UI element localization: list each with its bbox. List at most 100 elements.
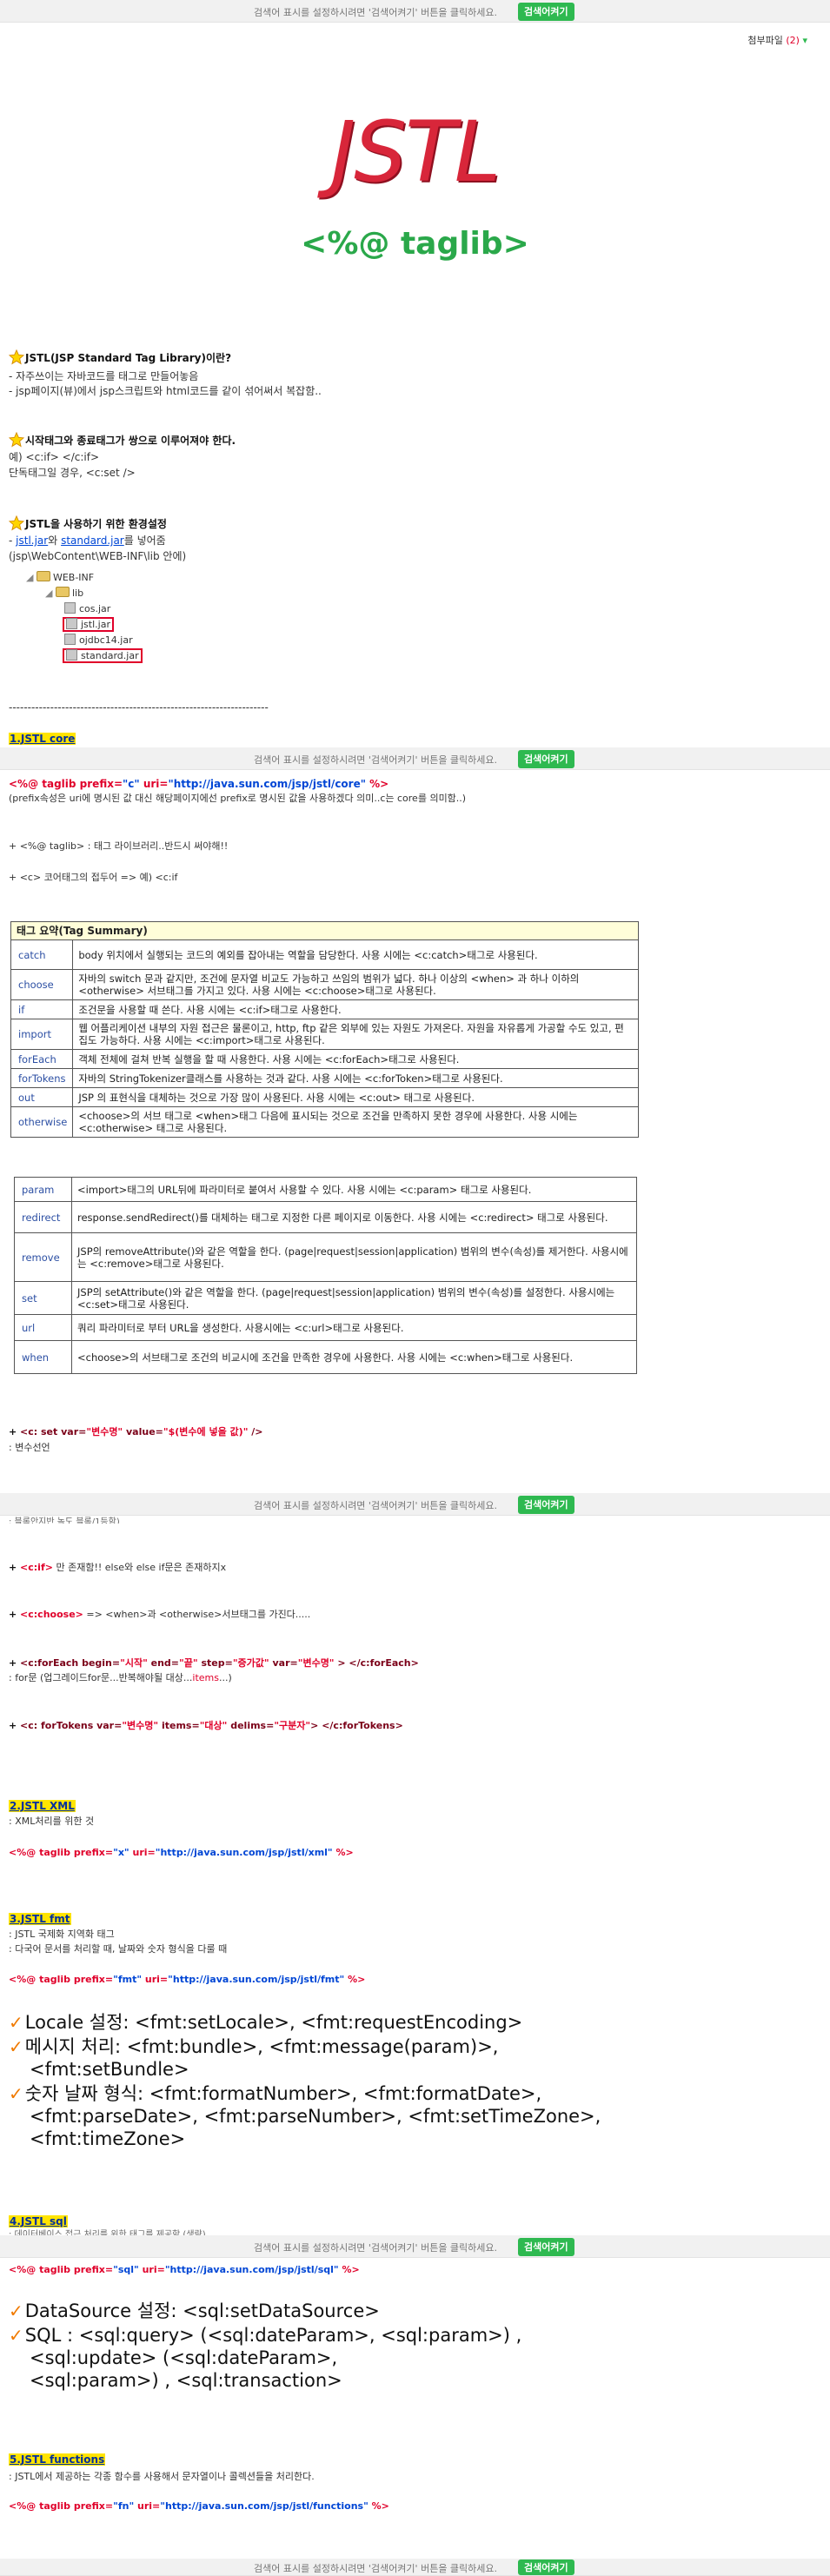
attachments-label[interactable]: 첨부파일 (747, 35, 782, 46)
table-row: out JSP 의 표현식을 대체하는 것으로 가장 많이 사용된다. 사용 시에… (10, 1087, 639, 1107)
table-row: when <choose>의 서브태그로 조건의 비교시에 조건을 만족한 경우에… (14, 1340, 637, 1374)
table-row: import 웹 어플리케이션 내부의 자원 접근은 물론이고, http, ft… (10, 1019, 639, 1050)
search-notice: 검색어 표시를 설정하시려면 '검색어켜기' 버튼을 클릭하세요. (254, 2563, 498, 2574)
env-line-2: (jsp\WebContent\WEB-INF\lib 안에) (9, 550, 187, 562)
jar-file-icon (66, 649, 77, 661)
attachments-arrow-icon[interactable]: ▾ (802, 35, 807, 46)
tree-file: standard.jar (26, 648, 143, 664)
table-row: choose 자바의 switch 문과 같지만, 조건에 문자열 비교도 가능하… (10, 969, 639, 1000)
standard-jar-link[interactable]: standard.jar (61, 534, 124, 547)
table-row: catch body 위치에서 실행되는 코드의 예외를 잡아내는 역할을 담당한… (10, 939, 639, 970)
search-on-button[interactable]: 검색어켜기 (518, 2559, 574, 2575)
section3-heading: 3.JSTL fmt (9, 1913, 71, 1925)
tree-file: ojdbc14.jar (26, 633, 143, 648)
table-row: set JSP의 setAttribute()와 같은 역할을 한다. (page… (14, 1281, 637, 1315)
tag-summary-table-2: param <import>태그의 URL뒤에 파라미터로 붙여서 사용할 수 있… (14, 1177, 637, 1374)
section1-heading: 1.JSTL core (9, 733, 76, 745)
section-env-heading: JSTL을 사용하기 위한 환경설정 (9, 515, 167, 531)
banner-subtitle: <%@ taglib> (301, 226, 529, 262)
check-icon: ✓ (9, 2036, 23, 2057)
table-row: forTokens 자바의 StringTokenizer클래스를 사용하는 것과… (10, 1068, 639, 1088)
table-row: param <import>태그의 URL뒤에 파라미터로 붙여서 사용할 수 있… (14, 1177, 637, 1202)
jar-file-icon (64, 602, 76, 614)
jstl-jar-link[interactable]: jstl.jar (16, 534, 48, 547)
folder-tree: ◢ WEB-INF ◢ lib cos.jar jstl.jar ojdbc14… (26, 570, 143, 664)
cfortokens-line: + <c: forTokens var="변수명" items="대상" del… (9, 1720, 403, 1731)
table-row: redirect response.sendRedirect()를 대체하는 태그… (14, 1201, 637, 1233)
folder-icon (55, 587, 70, 597)
core-bullet-2: + <c> 코어태그의 접두어 => 예) <c:if (9, 872, 178, 883)
fmt-item-cont: <fmt:setBundle> (30, 2059, 189, 2080)
section5-heading: 5.JSTL functions (9, 2453, 106, 2466)
section5-desc: : JSTL에서 제공하는 각종 함수를 사용해서 문자열이나 콜렉션들을 처리… (9, 2471, 315, 2482)
divider: ----------------------------------------… (9, 701, 269, 714)
banner-logo: JSTL (330, 103, 501, 201)
jar-file-icon (66, 618, 77, 629)
section2-desc: : XML처리를 위한 것 (9, 1816, 95, 1827)
tree-file: cos.jar (26, 601, 143, 617)
fn-directive: <%@ taglib prefix="fn" uri="http://java.… (9, 2500, 389, 2512)
section3-desc-2: : 다국어 문서를 처리할 때, 날짜와 숫자 형식을 다룰 때 (9, 1943, 228, 1955)
check-icon: ✓ (9, 2012, 23, 2033)
fmt-item: ✓숫자 날짜 형식: <fmt:formatNumber>, <fmt:form… (9, 2083, 542, 2104)
check-icon: ✓ (9, 2300, 23, 2321)
star-icon (9, 515, 24, 531)
check-icon: ✓ (9, 2325, 23, 2346)
cforeach-note: : for문 (업그레이드for문...반복해야될 대상...items...) (9, 1672, 232, 1683)
attachments[interactable]: 첨부파일 (2) ▾ (747, 33, 807, 47)
table-row: remove JSP의 removeAttribute()와 같은 역할을 한다.… (14, 1232, 637, 1282)
section-tags-heading: 시작태그와 종료태그가 쌍으로 이루어져야 한다. (9, 432, 236, 448)
search-on-button[interactable]: 검색어켜기 (518, 750, 574, 768)
tags-line-1: 예) <c:if> </c:if> (9, 451, 100, 463)
search-on-button[interactable]: 검색어켜기 (518, 1496, 574, 1514)
search-notice: 검색어 표시를 설정하시려면 '검색어켜기' 버튼을 클릭하세요. (254, 2242, 498, 2254)
cforeach-line: + <c:forEach begin="시작" end="끝" step="증가… (9, 1657, 419, 1669)
cchoose-line: + <c:choose> => <when>과 <otherwise>서브태그를… (9, 1609, 311, 1620)
sql-item: ✓SQL : <sql:query> (<sql:dateParam>, <sq… (9, 2325, 522, 2346)
sql-directive: <%@ taglib prefix="sql" uri="http://java… (9, 2264, 360, 2275)
check-icon: ✓ (9, 2083, 23, 2104)
tags-line-2: 단독태그일 경우, <c:set /> (9, 467, 136, 479)
section3-desc-1: : JSTL 국제화 지역화 태그 (9, 1929, 115, 1940)
star-icon (9, 432, 24, 448)
sql-item-cont: <sql:update> (<sql:dateParam>, (30, 2347, 338, 2368)
search-bar-top: 검색어 표시를 설정하시려면 '검색어켜기' 버튼을 클릭하세요. 검색어켜기 (0, 0, 830, 23)
env-line-1: - jstl.jar와 standard.jar를 넣어줌 (9, 534, 166, 547)
tag-summary-table: 태그 요약(Tag Summary) catch body 위치에서 실행되는 코… (10, 921, 639, 1138)
fmt-item: ✓Locale 설정: <fmt:setLocale>, <fmt:reques… (9, 2012, 523, 2033)
section4-cut: : 데이터베이스 접근 처리를 위한 태그를 제공함 (생략) (9, 2230, 206, 2235)
attachments-count: (2) (786, 35, 800, 46)
search-notice: 검색어 표시를 설정하시려면 '검색어켜기' 버튼을 클릭하세요. (254, 1500, 498, 1511)
table-row: url 쿼리 파라미터로 부터 URL을 생성한다. 사용시에는 <c:url>태… (14, 1314, 637, 1341)
folder-icon (36, 571, 50, 581)
tag-summary-title: 태그 요약(Tag Summary) (10, 921, 639, 940)
cset-note: : 변수선언 (9, 1442, 50, 1453)
star-icon (9, 349, 24, 365)
intro-line-2: - jsp페이지(뷰)에서 jsp스크립트와 html코드를 같이 섞어써서 복… (9, 385, 322, 397)
core-note: (prefix속성은 uri에 명시된 값 대신 해당페이지에선 prefix로… (9, 793, 467, 804)
search-notice: 검색어 표시를 설정하시려면 '검색어켜기' 버튼을 클릭하세요. (254, 7, 498, 18)
table-row: forEach 객체 전체에 걸쳐 반복 실행을 할 때 사용한다. 사용 시에는… (10, 1049, 639, 1069)
fmt-item: ✓메시지 처리: <fmt:bundle>, <fmt:message(para… (9, 2036, 499, 2057)
search-bar-4: 검색어 표시를 설정하시려면 '검색어켜기' 버튼을 클릭하세요. 검색어켜기 (0, 2235, 830, 2258)
cset-line: + <c: set var="변수명" value="$(변수에 넣을 값)" … (9, 1426, 263, 1437)
section2-heading: 2.JSTL XML (9, 1800, 76, 1812)
tree-file: jstl.jar (26, 617, 143, 633)
section-intro-heading: JSTL(JSP Standard Tag Library)이란? (9, 349, 231, 365)
table-row: if 조건문을 사용할 때 쓴다. 사용 시에는 <c:if>태그로 사용한다. (10, 999, 639, 1019)
sql-item: ✓DataSource 설정: <sql:setDataSource> (9, 2300, 380, 2321)
core-directive: <%@ taglib prefix="c" uri="http://java.s… (9, 778, 389, 790)
intro-line-1: - 자주쓰이는 자바코드를 태그로 만들어놓음 (9, 370, 199, 382)
xml-directive: <%@ taglib prefix="x" uri="http://java.s… (9, 1847, 354, 1858)
fmt-item-cont: <fmt:timeZone> (30, 2128, 186, 2149)
search-bar-3: 검색어 표시를 설정하시려면 '검색어켜기' 버튼을 클릭하세요. 검색어켜기 (0, 1493, 830, 1516)
tree-lib: ◢ lib (45, 587, 84, 599)
table-row: otherwise <choose>의 서브 태그로 <when>태그 다음에 표… (10, 1106, 639, 1138)
search-on-button[interactable]: 검색어켜기 (518, 2238, 574, 2256)
core-bullet-1: + <%@ taglib> : 태그 라이브러리..반드시 써야해!! (9, 840, 229, 852)
tree-root: ◢ WEB-INF (26, 571, 95, 583)
section4-heading: 4.JSTL sql (9, 2215, 68, 2227)
sql-item-cont: <sql:param>) , <sql:transaction> (30, 2370, 342, 2391)
search-on-button[interactable]: 검색어켜기 (518, 3, 574, 21)
fmt-item-cont: <fmt:parseDate>, <fmt:parseNumber>, <fmt… (30, 2106, 601, 2127)
